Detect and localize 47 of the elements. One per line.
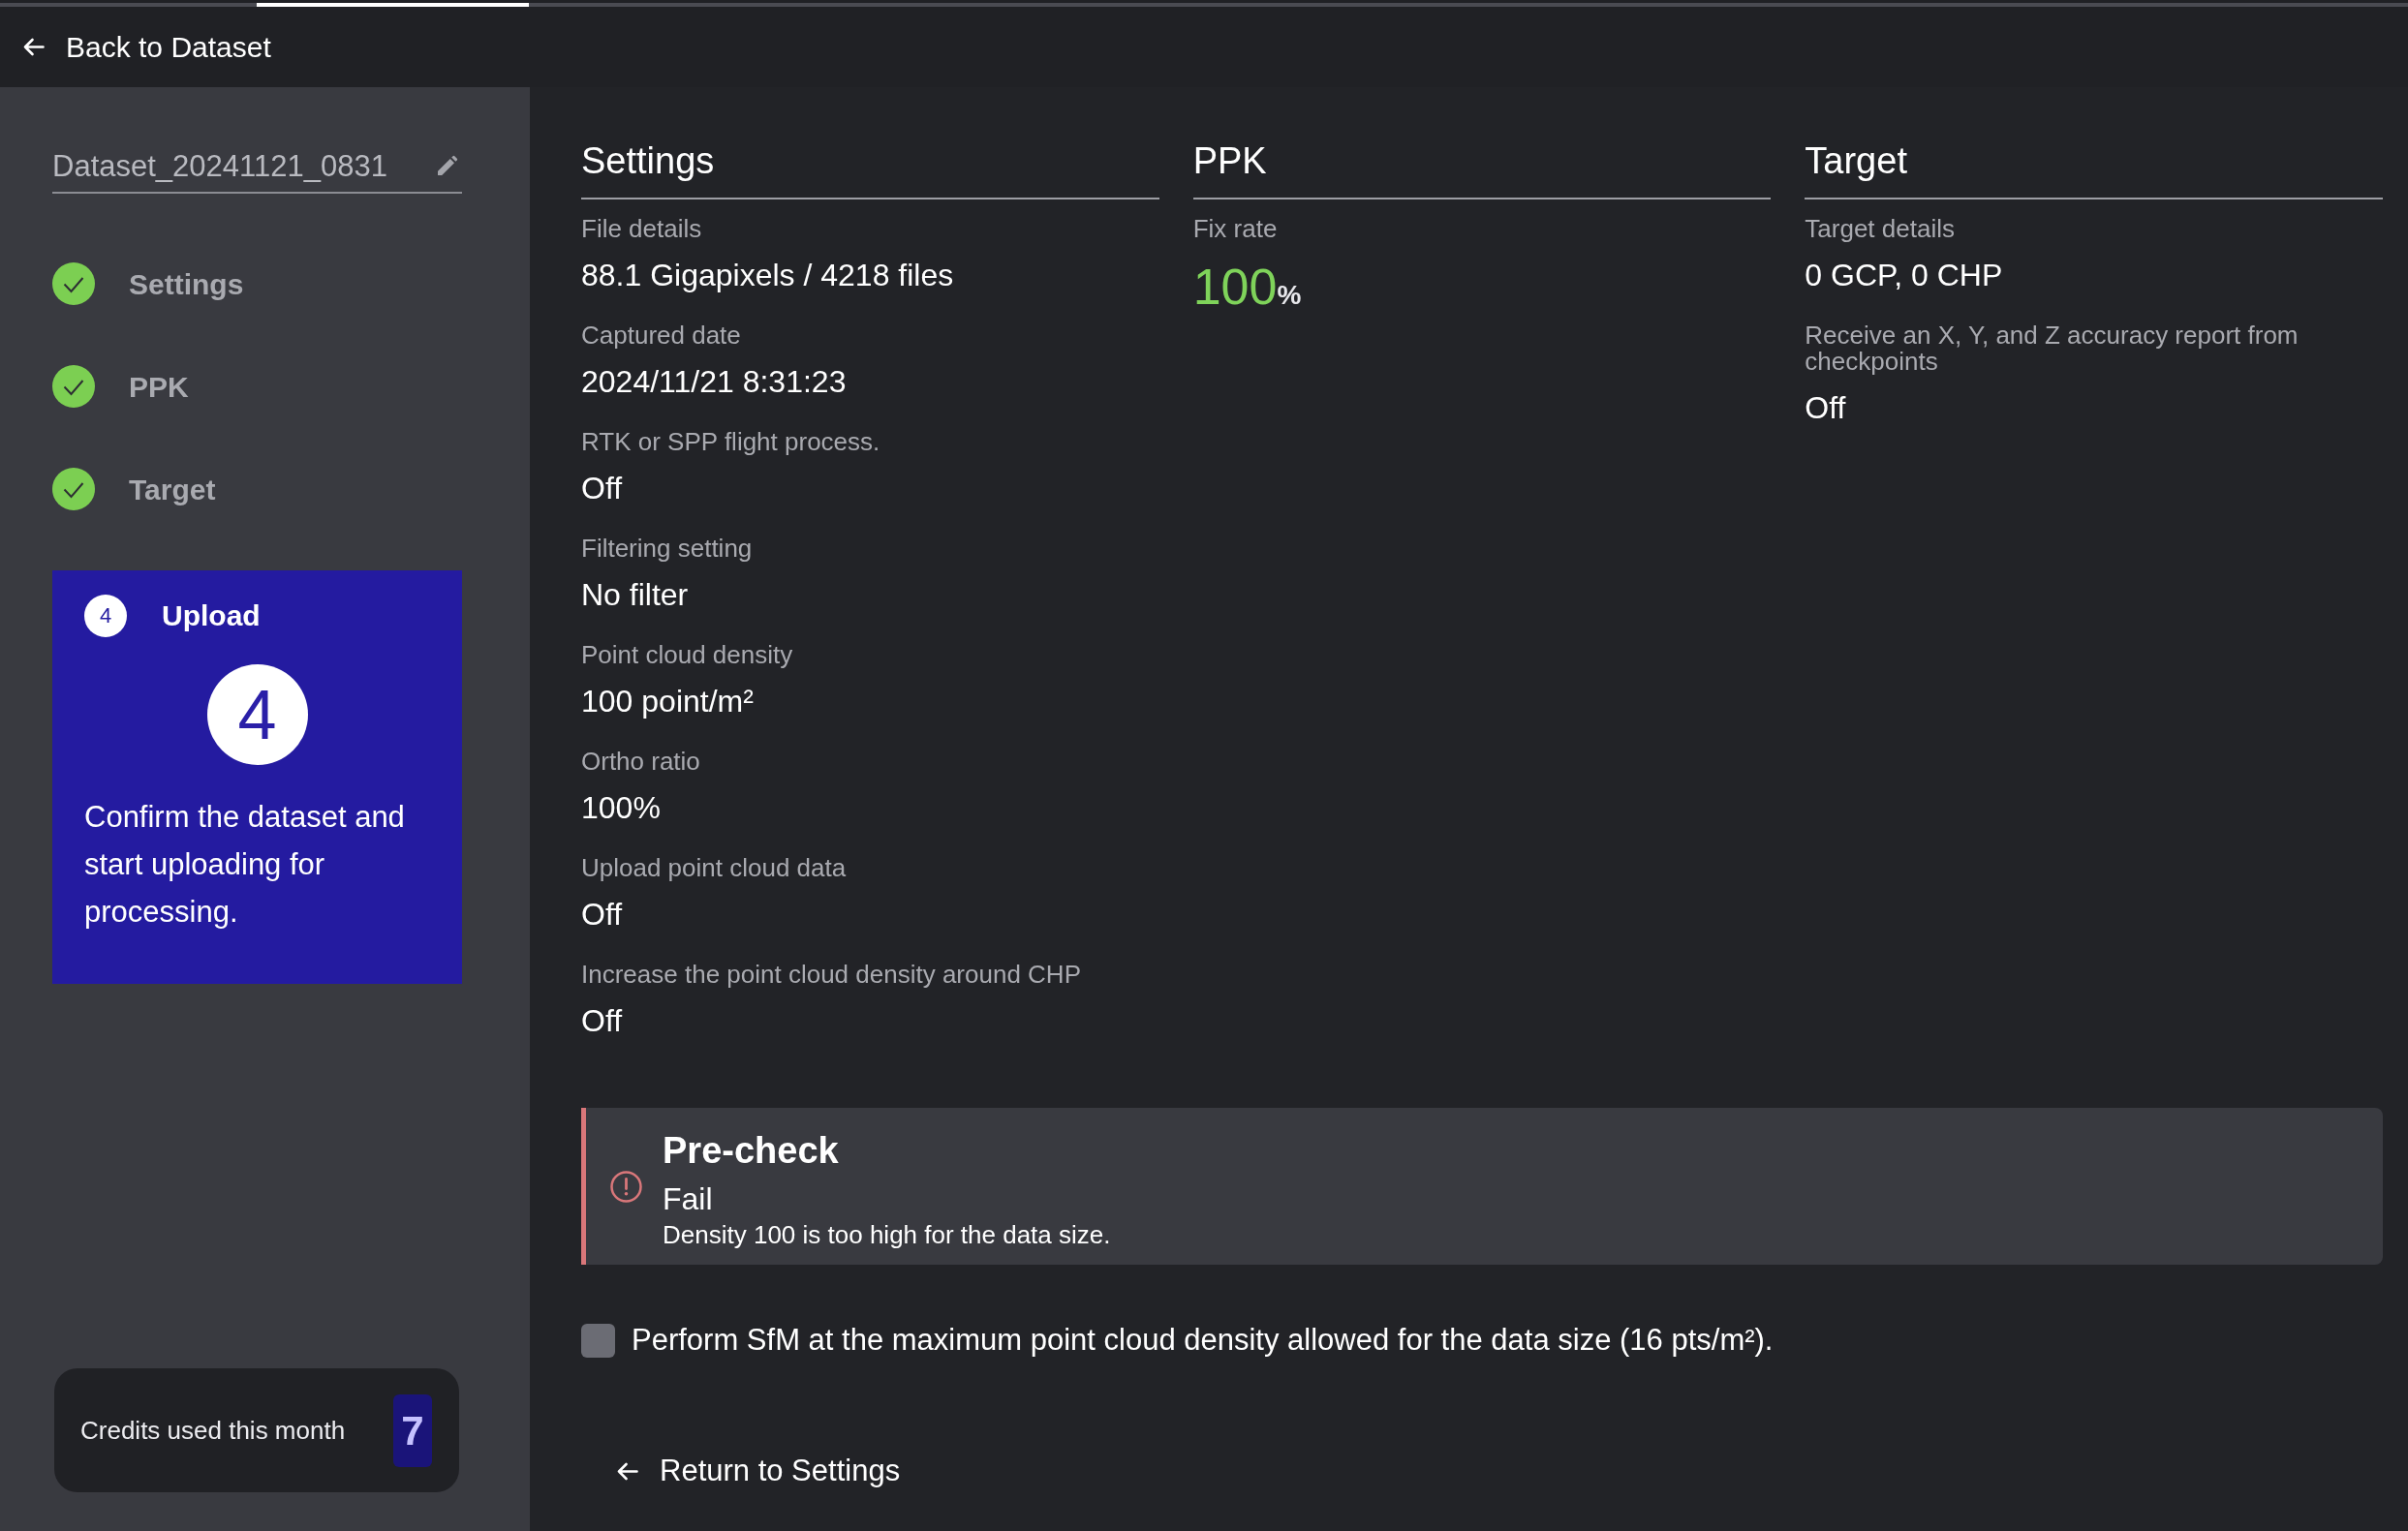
- field-value: No filter: [581, 576, 689, 614]
- step-item[interactable]: Settings: [52, 232, 462, 335]
- exclamation-circle-icon: [610, 1170, 642, 1203]
- field-label: Target details: [1805, 216, 1956, 242]
- field-label: RTK or SPP flight process.: [581, 429, 881, 455]
- step-number: 4: [206, 664, 308, 765]
- step-description: Confirm the dataset and start uploading for processing.: [84, 799, 406, 931]
- section-heading: Settings: [581, 138, 1159, 199]
- return-button[interactable]: Return to Settings: [617, 1452, 901, 1490]
- field-label: Point cloud density: [581, 642, 794, 668]
- field-label: Receive an X, Y, and Z accuracy report from checkpoints: [1805, 322, 2300, 375]
- field-label: Ortho ratio: [581, 749, 701, 775]
- checkbox-label: Perform SfM at the maximum point cloud density allowed for the data size (16 pts/m²).: [632, 1322, 1774, 1359]
- fix-rate-value: 100%: [1192, 258, 1302, 317]
- field-value: Off: [581, 896, 623, 934]
- alert-message: Density 100 is too high for the data size.: [663, 1219, 1111, 1250]
- field-label: Increase the point cloud density around CHP: [581, 962, 1082, 988]
- back-button[interactable]: Back to Dataset: [23, 27, 271, 67]
- section-heading: Target: [1805, 138, 2383, 199]
- field-label: Filtering setting: [581, 536, 754, 562]
- field-value: 100 point/m²: [581, 683, 754, 720]
- field-value: Off: [1805, 389, 1846, 427]
- step-item[interactable]: PPK: [52, 335, 462, 438]
- alert-status: Fail: [663, 1180, 714, 1218]
- checkbox[interactable]: [581, 1323, 615, 1358]
- field-label: File details: [581, 216, 703, 242]
- pencil-icon[interactable]: [435, 155, 458, 178]
- field-label: Captured date: [581, 322, 742, 349]
- dataset-name-field[interactable]: Dataset_20241121_0831: [52, 147, 462, 194]
- field-value: Off: [581, 470, 623, 507]
- field-value: 100%: [581, 789, 661, 827]
- field-value: 2024/11/21 8:31:23: [581, 363, 847, 401]
- step-number: 4: [84, 595, 127, 637]
- credits-count: 7: [393, 1393, 432, 1467]
- alert-title: Pre-check: [663, 1129, 840, 1173]
- step-title: Upload: [162, 598, 261, 633]
- field-value: Off: [581, 1002, 623, 1040]
- credits-label: Credits used this month: [80, 1414, 346, 1447]
- step-item[interactable]: Target: [52, 438, 462, 540]
- field-label: Upload point cloud data: [581, 855, 848, 881]
- step-card[interactable]: 4 Upload 4 Confirm the dataset and start uploading for processing.: [52, 570, 462, 984]
- field-value: 0 GCP, 0 CHP: [1805, 257, 2003, 294]
- arrow-left-icon: [617, 1461, 638, 1481]
- section-heading: PPK: [1192, 138, 1772, 199]
- field-value: 88.1 Gigapixels / 4218 files: [581, 257, 954, 294]
- field-label: Fix rate: [1192, 216, 1279, 242]
- arrow-left-icon: [23, 38, 45, 56]
